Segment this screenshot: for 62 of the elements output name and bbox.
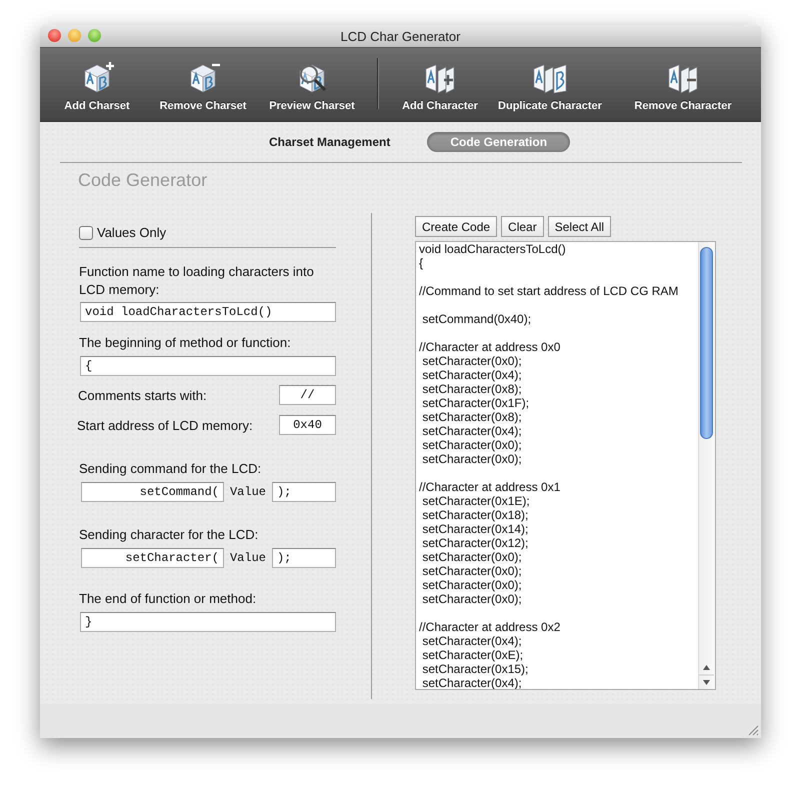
field-label: Sending character for the LCD: [79,527,258,542]
code-line: setCharacter(0x4); [421,634,522,648]
field-label: Start address of LCD memory: [77,418,253,432]
code-line: setCharacter(0x0); [421,564,522,578]
code-line: //Character at address 0x1 [419,480,560,494]
code-line: setCharacter(0x8); [421,410,522,424]
input-field[interactable]: { [80,356,336,376]
value-placeholder-label: Value [230,485,266,499]
input-field[interactable]: ); [272,482,336,502]
zoom-button[interactable] [88,29,101,42]
code-line: //Character at address 0x2 [419,620,560,634]
code-line: setCharacter(0x18); [421,508,528,522]
field-label: Comments starts with: [78,388,207,402]
action-button[interactable]: Create Code [415,216,498,237]
tab[interactable]: Charset Management [246,132,414,152]
action-button[interactable]: Clear [501,216,544,237]
code-line: setCharacter(0xE); [421,648,524,662]
input-field[interactable]: ); [272,548,336,568]
field-label: Sending command for the LCD: [79,461,262,476]
code-line: setCommand(0x40); [421,312,532,326]
code-line: setCharacter(0x1E); [421,494,530,508]
code-line: //Character at address 0x0 [419,340,560,354]
input-field[interactable]: void loadCharactersToLcd() [80,302,336,322]
code-line: setCharacter(0x15); [421,662,528,676]
toolbar-button[interactable]: Preview Charset [256,48,368,121]
code-line: //Command to set start address of LCD CG RAM [419,284,678,298]
action-button[interactable]: Select All [548,216,612,237]
toolbar-button[interactable]: Remove Charset [150,48,256,121]
input-field[interactable]: 0x40 [279,415,336,435]
section-title: Code Generator [78,170,208,192]
field-label: The end of function or method: [79,591,256,606]
window-title: LCD Char Generator [340,28,460,44]
input-field[interactable]: // [279,385,336,405]
code-line: setCharacter(0x1F); [421,396,530,410]
toolbar-button[interactable]: Remove Character [610,48,756,121]
field-label: Function name to loading characters into LCD memory: [79,263,315,299]
code-line: setCharacter(0x0); [421,592,522,606]
input-field[interactable]: setCharacter( [81,548,224,568]
code-line: setCharacter(0x0); [421,452,522,466]
scrollbar[interactable] [698,242,715,689]
code-line: setCharacter(0x4); [421,368,522,382]
code-output-area[interactable] [415,241,716,690]
value-placeholder-label: Value [230,551,266,565]
values-only-checkbox[interactable]: Values Only [79,225,166,240]
resize-grip-icon[interactable] [748,725,759,736]
code-line: setCharacter(0x8); [421,382,522,396]
code-line: setCharacter(0x14); [421,522,528,536]
code-line: void loadCharactersToLcd() [419,242,566,256]
code-line: setCharacter(0x4); [421,424,522,438]
toolbar-button[interactable]: Add Character [390,48,490,121]
code-line: setCharacter(0x0); [421,550,522,564]
close-button[interactable] [48,29,61,42]
input-field[interactable]: setCommand( [81,482,224,502]
code-line: setCharacter(0x0); [421,354,522,368]
toolbar-button[interactable]: Add Charset [44,48,150,121]
input-field[interactable]: } [80,612,336,632]
code-line: setCharacter(0x0); [421,578,522,592]
field-label: The beginning of method or function: [79,335,291,350]
toolbar-button[interactable]: Duplicate Character [490,48,610,121]
code-line: { [419,256,424,270]
code-line: setCharacter(0x12); [421,536,528,550]
code-line: setCharacter(0x0); [421,438,522,452]
